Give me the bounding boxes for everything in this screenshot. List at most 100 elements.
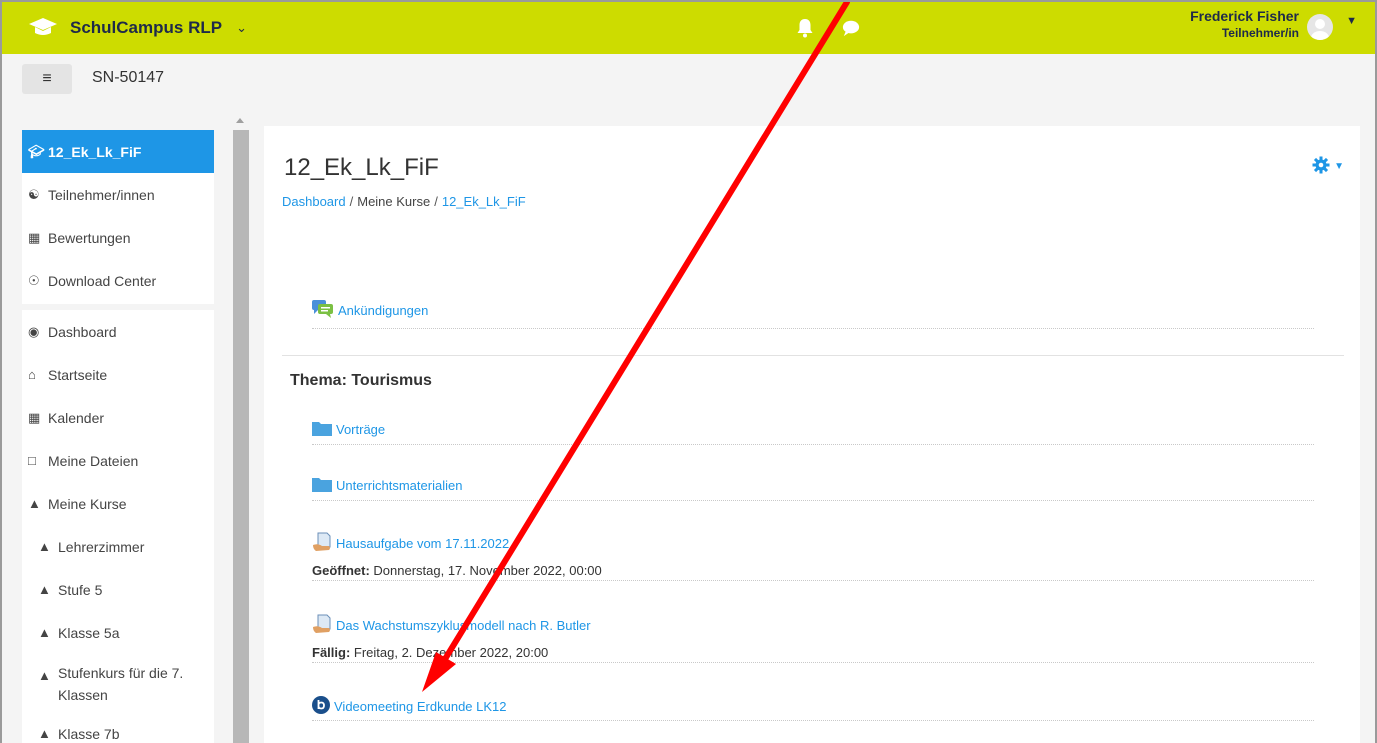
graduation-cap-icon: 🎓︎ (28, 143, 45, 159)
bigbluebutton-icon (312, 696, 330, 717)
activity-folder: Vorträge (312, 420, 1314, 445)
nav-item-label: Startseite (48, 366, 108, 383)
breadcrumb-course[interactable]: 12_Ek_Lk_FiF (442, 194, 526, 209)
nav-drawer: 🎓︎ 12_Ek_Lk_FiF ☯ Teilnehmer/innen ▦ Bew… (2, 106, 232, 743)
caret-down-icon: ▼ (1346, 15, 1357, 27)
scroll-thumb[interactable] (233, 130, 249, 743)
course-settings-menu[interactable]: ▼ (1312, 156, 1344, 177)
hamburger-icon: ≡ (42, 70, 52, 87)
nav-item-participants[interactable]: ☯ Teilnehmer/innen (22, 173, 214, 216)
divider (312, 500, 1314, 501)
assignment-link[interactable]: Das Wachstumszyklusmodell nach R. Butler (336, 618, 591, 633)
nav-item-label: 12_Ek_Lk_FiF (48, 143, 142, 160)
divider (312, 444, 1314, 445)
table-icon: ▦ (28, 229, 41, 245)
secondary-header: ≡ SN-50147 (2, 54, 1375, 106)
nav-item-label: Teilnehmer/innen (48, 186, 155, 203)
nav-item-label: Stufenkurs für die 7. Klassen (58, 665, 184, 703)
assignment-date: Fällig: Freitag, 2. Dezember 2022, 20:00 (312, 645, 1314, 660)
nav-item-label: Kalender (48, 409, 105, 426)
divider (312, 720, 1314, 721)
page-title: 12_Ek_Lk_FiF (284, 154, 439, 181)
graduation-cap-icon: ▲ (38, 668, 51, 683)
breadcrumb-separator: / (349, 194, 354, 209)
drawer-scrollbar[interactable] (232, 106, 250, 743)
nav-item-course-stufenkurs[interactable]: ▲ Stufenkurs für die 7. Klassen (22, 654, 214, 712)
assignment-date: Geöffnet: Donnerstag, 17. November 2022,… (312, 563, 1314, 578)
nav-item-grades[interactable]: ▦ Bewertungen (22, 216, 214, 259)
section-divider (282, 355, 1344, 356)
nav-item-course-klasse7b[interactable]: ▲ Klasse 7b (22, 712, 214, 743)
forum-icon (312, 300, 334, 321)
drawer-toggle-button[interactable]: ≡ (22, 64, 72, 94)
graduation-cap-icon: ▲ (38, 726, 51, 741)
divider (312, 328, 1314, 329)
nav-item-home[interactable]: ⌂ Startseite (22, 353, 214, 396)
nav-item-label: Bewertungen (48, 229, 131, 246)
avatar (1307, 14, 1333, 40)
folder-link[interactable]: Unterrichtsmaterialien (336, 478, 462, 493)
course-nav-card: 🎓︎ 12_Ek_Lk_FiF ☯ Teilnehmer/innen ▦ Bew… (22, 130, 214, 304)
users-icon: ☯ (28, 186, 40, 202)
download-icon: ☉ (28, 272, 40, 288)
user-role: Teilnehmer/in (1221, 26, 1299, 40)
nav-item-label: Klasse 7b (58, 725, 120, 742)
divider (312, 662, 1314, 663)
announcements-link[interactable]: Ankündigungen (338, 303, 428, 318)
bell-icon[interactable] (796, 18, 814, 38)
chevron-down-icon: ⌄ (236, 20, 247, 35)
assignment-icon (312, 614, 332, 637)
breadcrumb: Dashboard / Meine Kurse/12_Ek_Lk_FiF (282, 194, 526, 209)
folder-icon (312, 420, 332, 439)
nav-item-course[interactable]: 🎓︎ 12_Ek_Lk_FiF (22, 130, 214, 173)
user-menu[interactable]: Frederick Fisher Teilnehmer/in ▼ (1190, 8, 1357, 40)
breadcrumb-dashboard[interactable]: Dashboard (282, 194, 346, 209)
date-label: Fällig: (312, 645, 351, 660)
dashboard-icon: ◉ (28, 323, 40, 339)
nav-item-label: Stufe 5 (58, 581, 103, 598)
site-shortname: SN-50147 (92, 69, 165, 86)
nav-item-dashboard[interactable]: ◉ Dashboard (22, 310, 214, 353)
scroll-up-arrow[interactable] (236, 118, 244, 123)
brand-name: SchulCampus RLP (70, 18, 223, 37)
course-content: 12_Ek_Lk_FiF ▼ Dashboard / Meine Kurse/12_… (264, 126, 1360, 743)
folder-link[interactable]: Vorträge (336, 422, 385, 437)
nav-item-download-center[interactable]: ☉ Download Center (22, 259, 214, 302)
activity-bigbluebutton: Videomeeting Erdkunde LK12 (312, 696, 1314, 721)
graduation-cap-icon: ▲ (38, 625, 51, 640)
videomeeting-link[interactable]: Videomeeting Erdkunde LK12 (334, 699, 507, 714)
divider (312, 580, 1314, 581)
activity-announcements: Ankündigungen (312, 300, 1314, 329)
top-navbar: SchulCampus RLP ⌄ Frederick Fisher Teiln… (2, 2, 1375, 54)
graduation-cap-icon: ▲ (38, 539, 51, 554)
breadcrumb-my-courses: Meine Kurse (357, 194, 431, 209)
activity-assignment: Hausaufgabe vom 17.11.2022 Geöffnet: Don… (312, 532, 1314, 581)
calendar-icon: ▦ (28, 409, 41, 425)
graduation-cap-icon: ▲ (28, 496, 41, 511)
nav-item-my-courses[interactable]: ▲ Meine Kurse (22, 482, 214, 525)
nav-item-course-stufe5[interactable]: ▲ Stufe 5 (22, 568, 214, 611)
nav-item-my-files[interactable]: □ Meine Dateien (22, 439, 214, 482)
brand-menu[interactable]: SchulCampus RLP ⌄ (28, 16, 247, 41)
activity-assignment: Das Wachstumszyklusmodell nach R. Butler… (312, 614, 1314, 663)
gear-icon (1312, 156, 1330, 177)
breadcrumb-separator: / (434, 194, 438, 209)
nav-item-label: Dashboard (48, 323, 117, 340)
nav-item-label: Lehrerzimmer (58, 538, 145, 555)
nav-item-calendar[interactable]: ▦ Kalender (22, 396, 214, 439)
chat-icon[interactable] (842, 18, 860, 38)
section-title: Thema: Tourismus (290, 372, 432, 389)
user-name: Frederick Fisher (1190, 8, 1299, 24)
assignment-link[interactable]: Hausaufgabe vom 17.11.2022 (336, 536, 509, 551)
nav-item-label: Download Center (48, 272, 157, 289)
file-icon: □ (28, 453, 36, 468)
nav-item-label: Klasse 5a (58, 624, 120, 641)
assignment-icon (312, 532, 332, 555)
nav-item-course-klasse5a[interactable]: ▲ Klasse 5a (22, 611, 214, 654)
nav-item-label: Meine Kurse (48, 495, 127, 512)
nav-item-course-lehrerzimmer[interactable]: ▲ Lehrerzimmer (22, 525, 214, 568)
browser-frame: SchulCampus RLP ⌄ Frederick Fisher Teiln… (0, 0, 1377, 743)
home-icon: ⌂ (28, 367, 36, 382)
nav-item-label: Meine Dateien (48, 452, 139, 469)
date-value: Donnerstag, 17. November 2022, 00:00 (369, 563, 602, 578)
